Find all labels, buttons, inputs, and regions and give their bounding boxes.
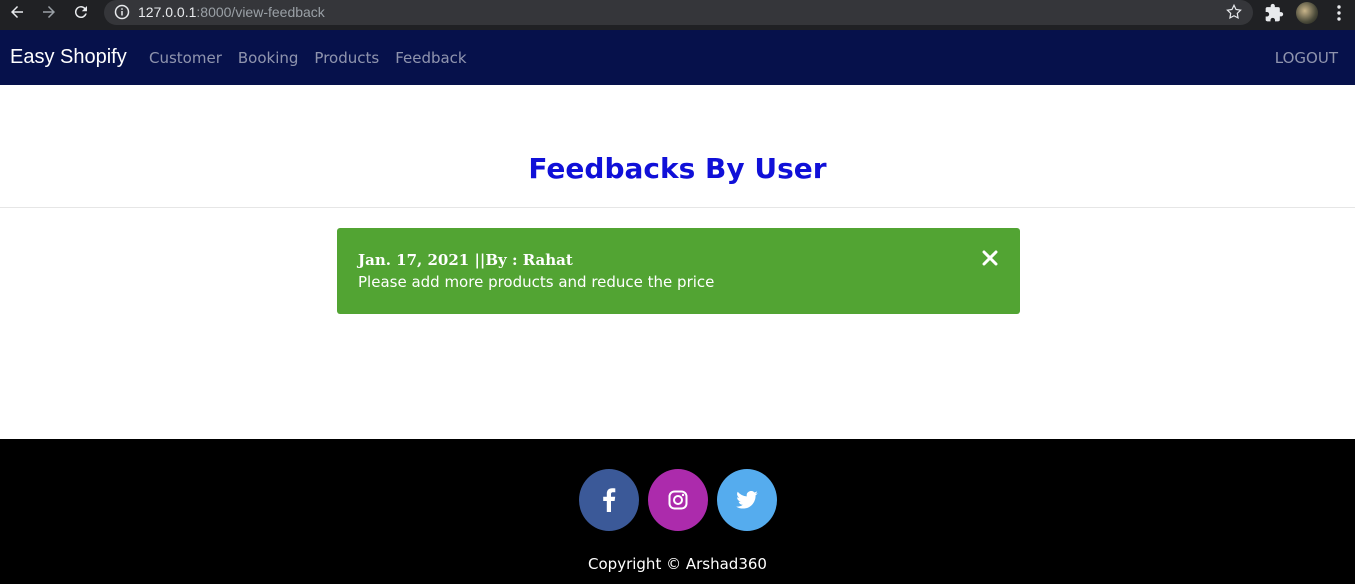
nav-link-booking[interactable]: Booking xyxy=(238,49,299,67)
social-links xyxy=(0,469,1355,531)
instagram-button[interactable] xyxy=(647,469,708,531)
close-icon[interactable] xyxy=(982,250,998,266)
bookmark-star-icon[interactable] xyxy=(1225,3,1243,21)
twitter-icon xyxy=(735,491,758,509)
feedback-meta: Jan. 17, 2021 ||By : Rahat xyxy=(358,251,573,269)
url-text[interactable]: 127.0.0.1:8000/view-feedback xyxy=(138,4,325,20)
back-arrow-icon[interactable] xyxy=(5,0,29,24)
twitter-button[interactable] xyxy=(716,469,777,531)
divider xyxy=(0,207,1355,208)
nav-links: Customer Booking Products Feedback xyxy=(149,49,483,67)
copyright-text: Copyright © Arshad360 xyxy=(588,555,767,573)
nav-link-products[interactable]: Products xyxy=(314,49,379,67)
site-footer: Copyright © Arshad360 xyxy=(0,439,1355,584)
browser-toolbar: 127.0.0.1:8000/view-feedback xyxy=(0,0,1355,30)
instagram-icon xyxy=(668,490,687,510)
site-navbar: Easy Shopify Customer Booking Products F… xyxy=(0,30,1355,85)
feedback-alert: Jan. 17, 2021 ||By : Rahat Please add mo… xyxy=(337,228,1020,314)
address-bar[interactable]: 127.0.0.1:8000/view-feedback xyxy=(104,0,1253,25)
page-title: Feedbacks By User xyxy=(528,152,827,185)
facebook-button[interactable] xyxy=(578,469,639,531)
site-info-icon[interactable] xyxy=(114,4,130,20)
reload-icon[interactable] xyxy=(69,0,93,24)
nav-link-customer[interactable]: Customer xyxy=(149,49,222,67)
nav-link-feedback[interactable]: Feedback xyxy=(395,49,466,67)
more-menu-icon[interactable] xyxy=(1333,4,1345,22)
extensions-puzzle-icon[interactable] xyxy=(1264,3,1284,23)
profile-avatar[interactable] xyxy=(1296,2,1318,24)
facebook-icon xyxy=(602,488,615,512)
logout-link[interactable]: LOGOUT xyxy=(1275,49,1338,67)
brand-logo[interactable]: Easy Shopify xyxy=(10,46,127,69)
feedback-message: Please add more products and reduce the … xyxy=(358,273,715,291)
forward-arrow-icon[interactable] xyxy=(37,0,61,24)
